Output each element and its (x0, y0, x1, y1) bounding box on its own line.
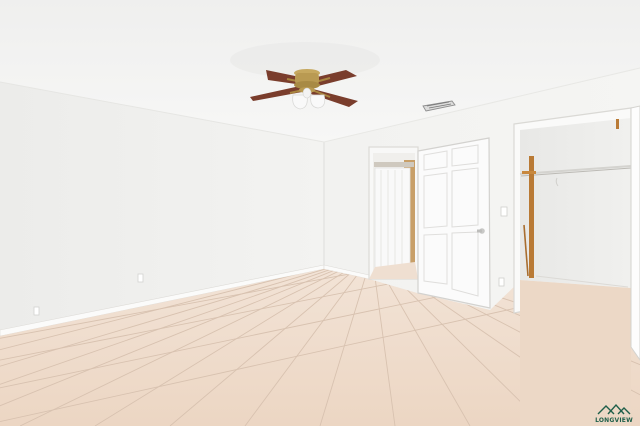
wall-outlet-far-left (33, 306, 40, 316)
fan-light-right (310, 94, 326, 109)
walk-in-closet (513, 105, 640, 426)
hallway-doorway (368, 146, 419, 280)
shower-curtain (374, 167, 411, 275)
wall-outlet (498, 277, 505, 287)
wooden-pole (529, 156, 534, 278)
light-switch[interactable] (500, 206, 508, 217)
watermark-text: LONGVIEW (595, 417, 633, 424)
open-door[interactable] (417, 137, 491, 309)
wall-outlet-left (137, 273, 144, 283)
room-scene (0, 0, 640, 426)
watermark-house-icon (597, 403, 631, 415)
watermark: LONGVIEW (592, 402, 636, 424)
